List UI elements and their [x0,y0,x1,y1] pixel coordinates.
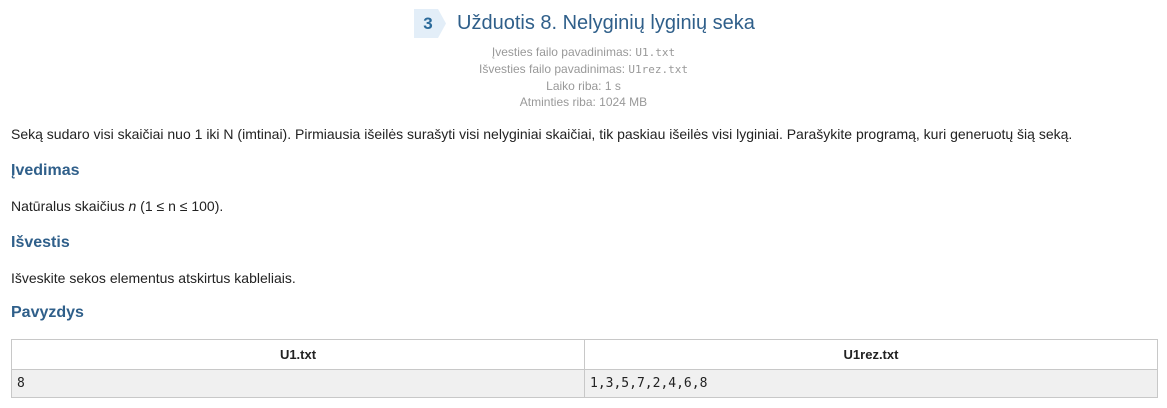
time-limit: Laiko riba: 1 s [546,79,621,93]
output-file-value: U1rez.txt [628,63,689,76]
example-input-cell: 8 [11,369,585,398]
task-limits: Įvesties failo pavadinimas: U1.txt Išves… [0,44,1167,110]
input-heading: Įvedimas [11,162,80,179]
output-file-row: Išvesties failo pavadinimas: U1rez.txt [0,61,1167,78]
task-number: 3 [423,14,433,33]
input-description: Natūralus skaičius n (1 ≤ n ≤ 100). [11,196,223,216]
task-statement: Seką sudaro visi skaičiai nuo 1 iki N (i… [11,126,1073,142]
input-text-before: Natūralus skaičius [11,198,129,214]
input-file-label: Įvesties failo pavadinimas: [491,45,632,59]
example-header-row: U1.txt U1rez.txt [11,339,1158,370]
input-file-value: U1.txt [635,46,676,59]
task-number-badge: 3 [414,9,446,38]
example-heading: Pavyzdys [11,304,84,321]
output-heading: Išvestis [11,234,70,251]
table-row: 8 1,3,5,7,2,4,6,8 [11,369,1158,398]
example-column-output: U1rez.txt [584,339,1158,370]
output-file-label: Išvesties failo pavadinimas: [478,62,626,76]
task-title: Užduotis 8. Nelyginių lyginių seka [457,12,755,34]
memory-limit: Atminties riba: 1024 MB [519,95,648,109]
output-description: Išveskite sekos elementus atskirtus kabl… [11,270,296,286]
input-file-row: Įvesties failo pavadinimas: U1.txt [0,44,1167,61]
task-header: 3 Užduotis 8. Nelyginių lyginių seka [0,6,1167,38]
input-text-after: (1 ≤ n ≤ 100). [136,198,224,214]
example-column-input: U1.txt [11,339,585,370]
example-table: U1.txt U1rez.txt 8 1,3,5,7,2,4,6,8 [11,339,1158,398]
example-output-cell: 1,3,5,7,2,4,6,8 [584,369,1158,398]
